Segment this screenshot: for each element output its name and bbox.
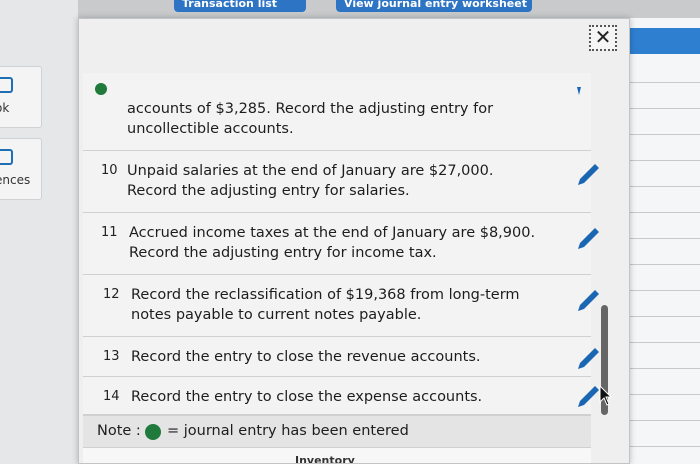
table-line (626, 264, 700, 265)
list-item[interactable]: accounts of $3,285. Record the adjusting… (83, 73, 591, 151)
note-label: Note : (97, 423, 141, 439)
table-line (626, 394, 700, 395)
list-item[interactable]: 12 Record the reclassification of $19,36… (83, 275, 591, 337)
legend-note: Note : = journal entry has been entered (83, 415, 591, 447)
mouse-cursor-icon (599, 385, 613, 406)
table-line (626, 108, 700, 109)
background-table-header (626, 28, 700, 54)
sidebar-item-references[interactable]: ences (0, 138, 42, 200)
transaction-text: Accrued income taxes at the end of Janua… (129, 225, 536, 261)
list-item[interactable]: 14 Record the entry to close the expense… (83, 377, 591, 415)
transaction-text: Unpaid salaries at the end of January ar… (127, 163, 494, 199)
background-table (626, 18, 700, 464)
list-item[interactable]: 11 Accrued income taxes at the end of Ja… (83, 213, 591, 275)
left-sidebar: ok ences (0, 0, 78, 464)
transaction-text: Record the entry to close the expense ac… (131, 389, 483, 405)
table-line (626, 82, 700, 83)
pencil-icon[interactable] (573, 223, 603, 253)
table-line (626, 290, 700, 291)
entered-dot-icon (145, 424, 161, 440)
list-item[interactable]: 13 Record the entry to close the revenue… (83, 337, 591, 377)
table-line (626, 160, 700, 161)
transaction-number: 12 (103, 287, 120, 302)
journal-entry-modal: ✕ accounts of $3,285. Record the adjusti… (78, 18, 630, 464)
transaction-number: 10 (101, 163, 118, 178)
book-icon (0, 77, 13, 93)
transaction-text: accounts of $3,285. Record the adjusting… (127, 101, 494, 137)
sidebar-item-ebook-label: ok (0, 101, 10, 115)
table-line (626, 212, 700, 213)
table-line (626, 420, 700, 421)
transaction-text: Record the entry to close the revenue ac… (131, 349, 481, 365)
table-line (626, 238, 700, 239)
table-line (626, 342, 700, 343)
pencil-icon[interactable] (573, 285, 603, 315)
table-line (626, 134, 700, 135)
pencil-icon[interactable] (573, 159, 603, 189)
table-line (626, 186, 700, 187)
entered-dot-icon (95, 83, 107, 95)
tab-journal-worksheet[interactable]: View journal entry worksheet (336, 0, 532, 12)
pencil-icon[interactable] (571, 83, 587, 103)
note-text: = journal entry has been entered (167, 423, 409, 439)
document-icon (0, 149, 13, 165)
bottom-strip: Inventory (83, 447, 591, 463)
transaction-number: 13 (103, 349, 120, 364)
transaction-number: 14 (103, 389, 120, 404)
sidebar-item-references-label: ences (0, 173, 31, 187)
transaction-text: Record the reclassification of $19,368 f… (131, 287, 520, 323)
sidebar-item-ebook[interactable]: ok (0, 66, 42, 128)
transaction-number: 11 (101, 225, 118, 240)
list-item[interactable]: 10 Unpaid salaries at the end of January… (83, 151, 591, 213)
close-icon[interactable]: ✕ (589, 25, 617, 51)
table-line (626, 316, 700, 317)
top-tab-strip: Transaction list View journal entry work… (78, 0, 700, 18)
table-line (626, 368, 700, 369)
tab-inventory[interactable]: Inventory (295, 450, 365, 463)
tab-transaction-list[interactable]: Transaction list (174, 0, 306, 12)
pencil-icon[interactable] (573, 343, 603, 373)
table-line (626, 446, 700, 447)
